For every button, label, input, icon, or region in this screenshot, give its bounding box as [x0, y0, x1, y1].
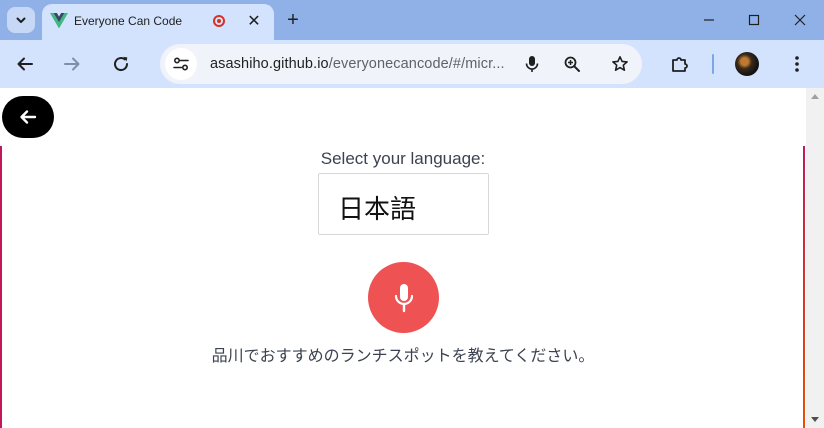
profile-avatar[interactable]	[735, 52, 759, 76]
more-vertical-icon	[795, 56, 799, 72]
chevron-down-icon	[16, 17, 26, 23]
page-border-right	[803, 146, 805, 428]
language-select-value: 日本語	[338, 195, 417, 225]
vertical-scrollbar[interactable]	[806, 88, 824, 428]
url-host: asashiho.github.io	[210, 56, 329, 72]
reload-button[interactable]	[107, 50, 135, 78]
scroll-down-arrow-icon[interactable]	[811, 417, 819, 422]
microphone-icon	[525, 56, 539, 72]
zoom-in-icon	[564, 56, 580, 72]
page-back-button[interactable]	[2, 96, 54, 138]
language-select[interactable]: 日本語	[318, 173, 489, 235]
recording-indicator-icon	[213, 15, 225, 27]
site-info-button[interactable]	[165, 48, 197, 80]
page-border-left	[0, 146, 2, 428]
transcript-text: 品川でおすすめのランチスポットを教えてください。	[211, 346, 595, 365]
tune-icon	[173, 57, 189, 71]
zoom-button[interactable]	[560, 52, 584, 76]
browser-toolbar: asashiho.github.io/everyonecancode/#/mic…	[0, 40, 824, 88]
page-viewport: Select your language: 日本語 品川でおすすめのランチスポッ…	[0, 88, 824, 428]
toolbar-divider	[712, 54, 714, 74]
extensions-button[interactable]	[666, 50, 694, 78]
arrow-right-icon	[64, 57, 80, 71]
close-window-button[interactable]	[777, 5, 823, 35]
star-icon	[612, 56, 628, 71]
minimize-icon	[704, 19, 714, 21]
arrow-left-icon	[20, 110, 37, 124]
microphone-icon	[394, 283, 413, 312]
puzzle-icon	[672, 57, 688, 72]
tab-title: Everyone Can Code	[74, 14, 183, 28]
new-tab-button[interactable]: +	[281, 8, 305, 32]
record-microphone-button[interactable]	[368, 262, 439, 333]
maximize-icon	[748, 14, 760, 26]
close-icon	[794, 14, 806, 26]
back-nav-button[interactable]	[11, 50, 39, 78]
maximize-button[interactable]	[731, 5, 777, 35]
url-text[interactable]: asashiho.github.io/everyonecancode/#/mic…	[210, 56, 505, 72]
browser-window: Everyone Can Code ✕ + asashiho.github.io…	[0, 0, 824, 428]
forward-nav-button[interactable]	[58, 50, 86, 78]
vue-logo-icon	[50, 13, 68, 29]
minimize-button[interactable]	[686, 5, 732, 35]
tab-everyone-can-code[interactable]: Everyone Can Code ✕	[42, 4, 274, 40]
address-bar[interactable]: asashiho.github.io/everyonecancode/#/mic…	[160, 44, 642, 84]
tab-search-button[interactable]	[7, 7, 35, 33]
reload-icon	[114, 56, 129, 72]
tab-strip: Everyone Can Code ✕ +	[0, 0, 824, 40]
menu-button[interactable]	[783, 50, 811, 78]
arrow-left-icon	[17, 57, 33, 71]
scroll-up-arrow-icon[interactable]	[811, 94, 819, 99]
microphone-permission-button[interactable]	[520, 52, 544, 76]
bookmark-button[interactable]	[608, 52, 632, 76]
tab-close-button[interactable]: ✕	[243, 10, 265, 32]
language-label: Select your language:	[320, 149, 486, 168]
url-path: /everyonecancode/#/micr...	[328, 56, 505, 72]
